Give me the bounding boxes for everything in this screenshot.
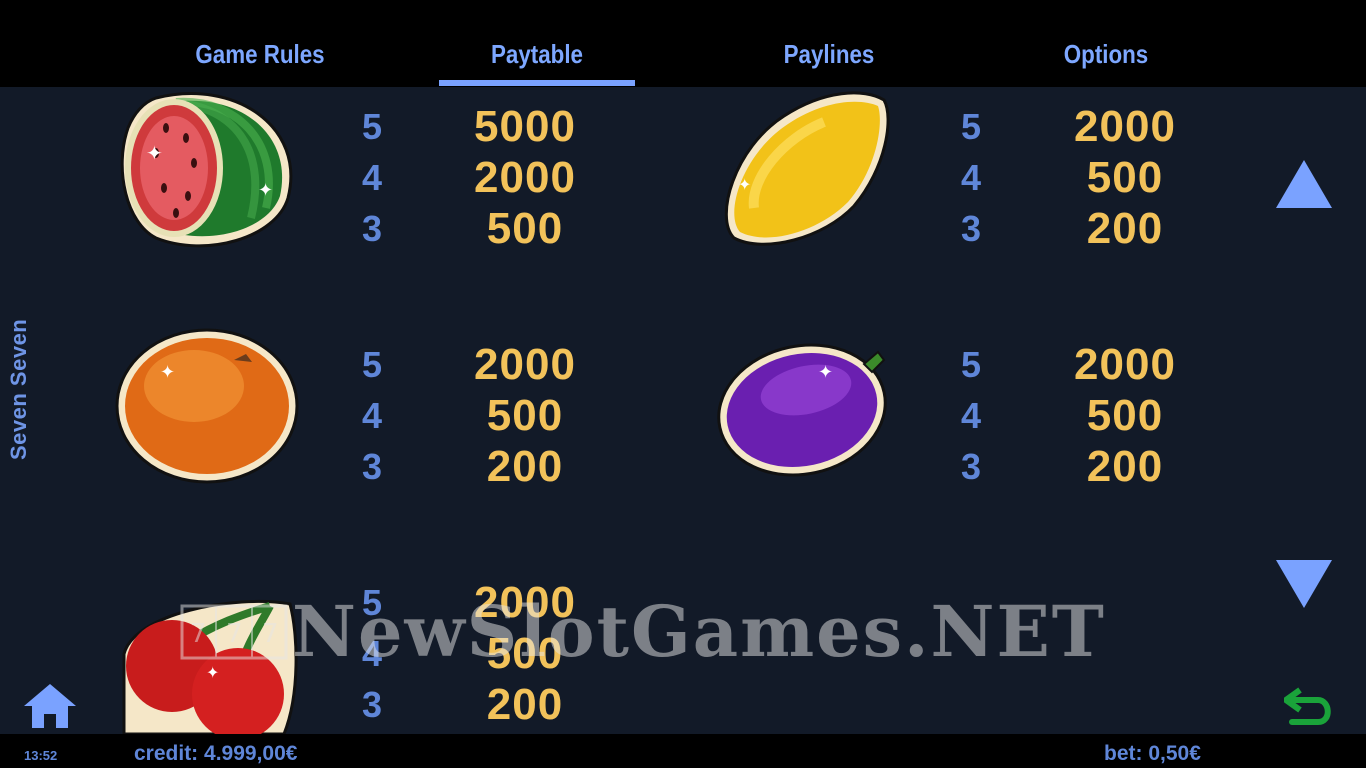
game-title-vertical: Seven Seven <box>6 318 31 460</box>
svg-text:✦: ✦ <box>206 663 219 682</box>
active-tab-indicator <box>439 80 635 86</box>
symbol-counts-orange: 543 <box>361 344 383 487</box>
svg-text:✦: ✦ <box>738 175 751 194</box>
clock-time: 13:52 <box>24 748 58 763</box>
svg-text:✦: ✦ <box>818 362 833 383</box>
tab-paylines[interactable]: Paylines <box>752 34 907 74</box>
payouts-lemon: 2000 500 200 <box>1074 102 1176 253</box>
tab-paytable[interactable]: Paytable <box>460 34 615 74</box>
symbol-counts-plum: 543 <box>960 344 982 487</box>
tab-options[interactable]: Options <box>1029 34 1184 74</box>
scroll-up-arrow-icon[interactable] <box>1274 158 1334 210</box>
home-icon[interactable] <box>22 682 78 730</box>
scroll-down-arrow-icon[interactable] <box>1274 558 1334 610</box>
symbol-counts-lemon: 543 <box>960 106 982 249</box>
svg-text:7: 7 <box>262 619 279 649</box>
plum-icon: ✦ <box>717 343 887 477</box>
svg-text:✦: ✦ <box>146 141 163 165</box>
credit-display: credit: 4.999,00€ <box>134 742 298 765</box>
svg-text:✦: ✦ <box>160 362 175 383</box>
svg-text:✦: ✦ <box>258 180 273 201</box>
watermark-text: NewSlotGames.NET <box>292 590 1106 673</box>
watermelon-icon: ✦ ✦ <box>120 92 293 248</box>
symbol-counts-watermelon: 543 <box>361 106 383 249</box>
svg-text:7: 7 <box>226 619 243 649</box>
orange-icon: ✦ <box>115 328 299 484</box>
watermark-logo-icon: 7 7 7 <box>180 604 288 660</box>
svg-text:7: 7 <box>190 619 207 649</box>
back-arrow-icon[interactable] <box>1284 682 1336 728</box>
tab-game-rules[interactable]: Game Rules <box>183 34 338 74</box>
bet-display: bet: 0,50€ <box>1104 742 1201 765</box>
lemon-icon: ✦ <box>724 91 890 246</box>
payouts-watermelon: 5000 2000 500 <box>474 102 576 253</box>
payouts-plum: 2000 500 200 <box>1074 340 1176 491</box>
watermark: 7 7 7 NewSlotGames.NET <box>180 590 1180 673</box>
payouts-orange: 2000 500 200 <box>474 340 576 491</box>
